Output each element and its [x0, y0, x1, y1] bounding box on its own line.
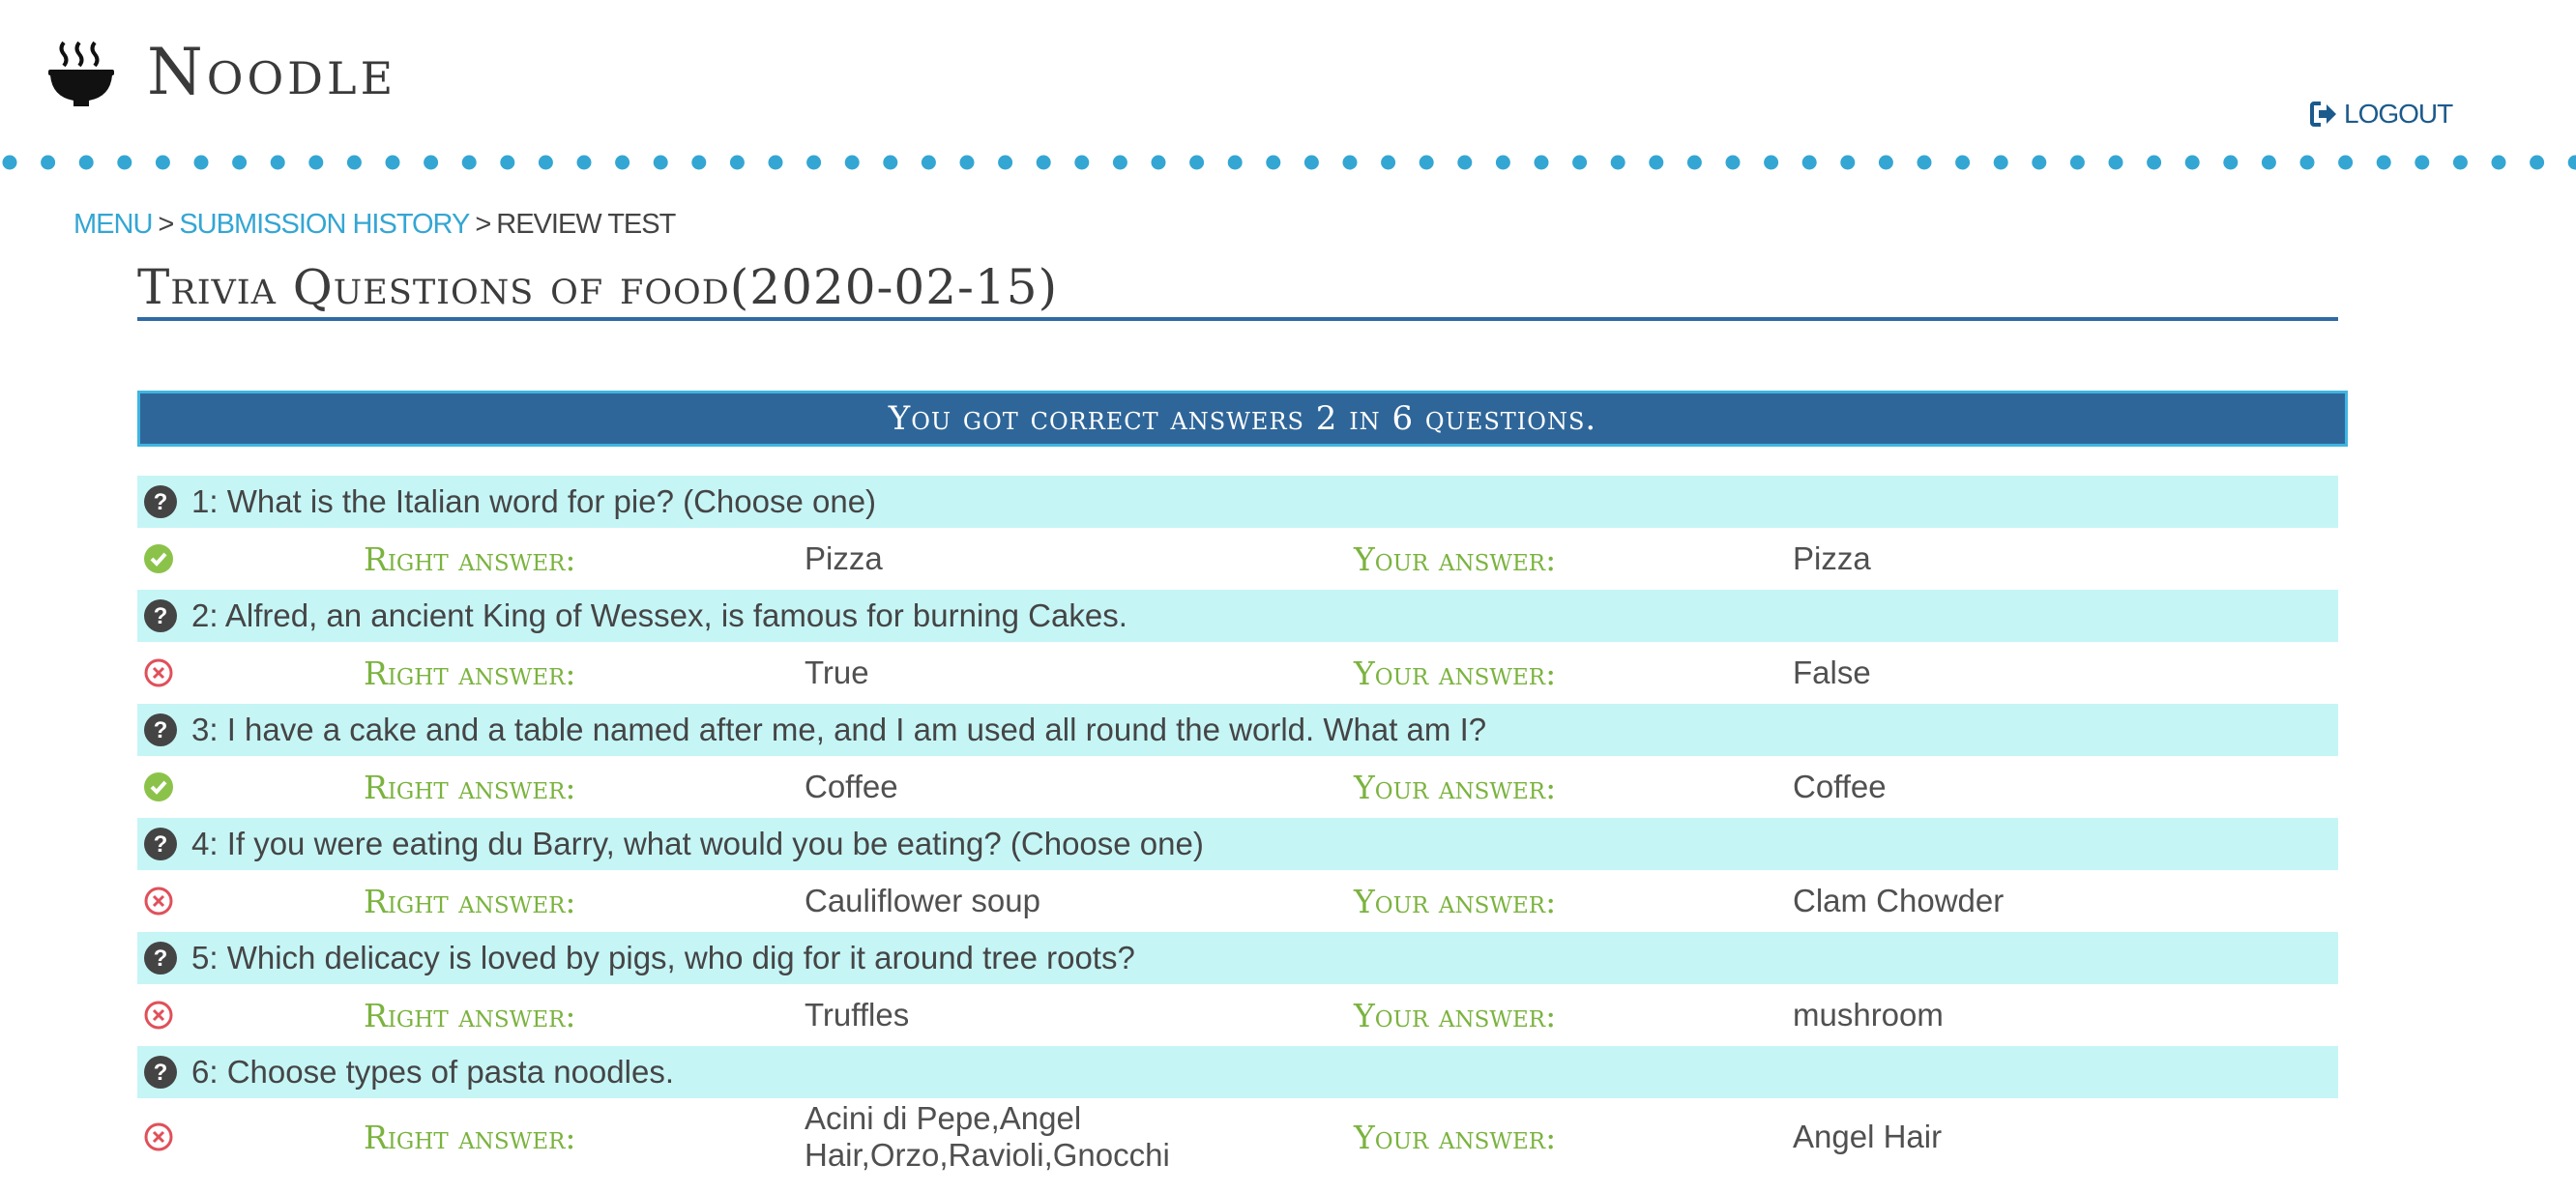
question-row: ? 6: Choose types of pasta noodles.	[137, 1046, 2338, 1098]
question-text: 1: What is the Italian word for pie? (Ch…	[191, 483, 877, 519]
answer-row: Right answer: Pizza Your answer: Pizza	[137, 528, 2338, 590]
question-row: ? 2: Alfred, an ancient King of Wessex, i…	[137, 590, 2338, 642]
your-answer-label: Your answer:	[1354, 768, 1557, 806]
logout-icon	[2310, 102, 2336, 127]
question-text: 6: Choose types of pasta noodles.	[191, 1054, 674, 1090]
right-answer-value: True	[805, 655, 869, 690]
dotted-divider	[2, 155, 2576, 170]
breadcrumb-separator: >	[158, 209, 174, 240]
svg-text:?: ?	[154, 717, 168, 743]
right-answer-value: Acini di Pepe,Angel Hair,Orzo,Ravioli,Gn…	[805, 1100, 1170, 1173]
right-answer-value: Coffee	[805, 769, 898, 804]
question-text: 4: If you were eating du Barry, what wou…	[191, 826, 1204, 861]
x-circle-icon	[144, 658, 173, 687]
question-text: 5: Which delicacy is loved by pigs, who …	[191, 940, 1135, 975]
question-circle-icon: ?	[144, 599, 177, 632]
question-circle-icon: ?	[144, 485, 177, 518]
breadcrumb-separator: >	[475, 209, 491, 240]
svg-text:?: ?	[154, 831, 168, 858]
your-answer-label: Your answer:	[1354, 539, 1557, 578]
your-answer-value: False	[1793, 655, 1871, 690]
noodle-bowl-icon	[48, 41, 114, 106]
right-answer-value: Cauliflower soup	[805, 883, 1040, 918]
question-circle-icon: ?	[144, 713, 177, 746]
x-circle-icon	[144, 1122, 173, 1151]
question-text: 2: Alfred, an ancient King of Wessex, is…	[191, 597, 1127, 633]
question-row: ? 3: I have a cake and a table named afte…	[137, 704, 2338, 756]
brand-name: Noodle	[147, 35, 397, 109]
x-circle-icon	[144, 1001, 173, 1030]
right-answer-value: Pizza	[805, 540, 883, 576]
question-circle-icon: ?	[144, 1056, 177, 1089]
your-answer-value: Coffee	[1793, 769, 1887, 804]
right-answer-label: Right answer:	[364, 654, 576, 692]
score-banner: You got correct answers 2 in 6 questions…	[137, 391, 2348, 447]
right-answer-label: Right answer:	[364, 1118, 576, 1156]
page-title: Trivia Questions of food(2020-02-15)	[137, 259, 2338, 321]
right-answer-label: Right answer:	[364, 882, 576, 920]
your-answer-label: Your answer:	[1354, 882, 1557, 920]
header: Noodle LOGOUT	[0, 0, 2576, 155]
breadcrumb-current: REVIEW TEST	[496, 209, 676, 240]
your-answer-label: Your answer:	[1354, 1118, 1557, 1156]
logout-label: LOGOUT	[2344, 99, 2453, 129]
question-row: ? 1: What is the Italian word for pie? (C…	[137, 476, 2338, 528]
right-answer-label: Right answer:	[364, 768, 576, 806]
logout-button[interactable]: LOGOUT	[2309, 99, 2453, 130]
right-answer-label: Right answer:	[364, 996, 576, 1034]
your-answer-value: mushroom	[1793, 997, 1944, 1033]
x-circle-icon	[144, 887, 173, 916]
question-row: ? 5: Which delicacy is loved by pigs, who…	[137, 932, 2338, 984]
check-circle-icon	[144, 544, 173, 573]
question-list: ? 1: What is the Italian word for pie? (C…	[137, 476, 2338, 1176]
question-circle-icon: ?	[144, 942, 177, 975]
right-answer-label: Right answer:	[364, 539, 576, 578]
check-circle-icon	[144, 772, 173, 801]
your-answer-value: Clam Chowder	[1793, 883, 2005, 918]
breadcrumb-menu-link[interactable]: MENU	[73, 209, 153, 241]
answer-row: Right answer: Coffee Your answer: Coffee	[137, 756, 2338, 818]
answer-row: Right answer: Truffles Your answer: mushroo…	[137, 984, 2338, 1046]
your-answer-value: Angel Hair	[1793, 1119, 1943, 1154]
question-circle-icon: ?	[144, 828, 177, 860]
question-text: 3: I have a cake and a table named after…	[191, 712, 1487, 747]
svg-text:?: ?	[154, 1060, 168, 1086]
right-answer-value: Truffles	[805, 997, 910, 1033]
svg-text:?: ?	[154, 489, 168, 515]
answer-row: Right answer: Acini di Pepe,Angel Hair,Or…	[137, 1098, 2338, 1176]
your-answer-value: Pizza	[1793, 540, 1871, 576]
breadcrumb-history-link[interactable]: SUBMISSION HISTORY	[179, 209, 470, 241]
breadcrumb: MENU > SUBMISSION HISTORY > REVIEW TEST	[73, 209, 676, 241]
question-row: ? 4: If you were eating du Barry, what wo…	[137, 818, 2338, 870]
svg-text:?: ?	[154, 603, 168, 629]
svg-text:?: ?	[154, 946, 168, 972]
your-answer-label: Your answer:	[1354, 996, 1557, 1034]
answer-row: Right answer: Cauliflower soup Your answer…	[137, 870, 2338, 932]
answer-row: Right answer: True Your answer: False	[137, 642, 2338, 704]
your-answer-label: Your answer:	[1354, 654, 1557, 692]
